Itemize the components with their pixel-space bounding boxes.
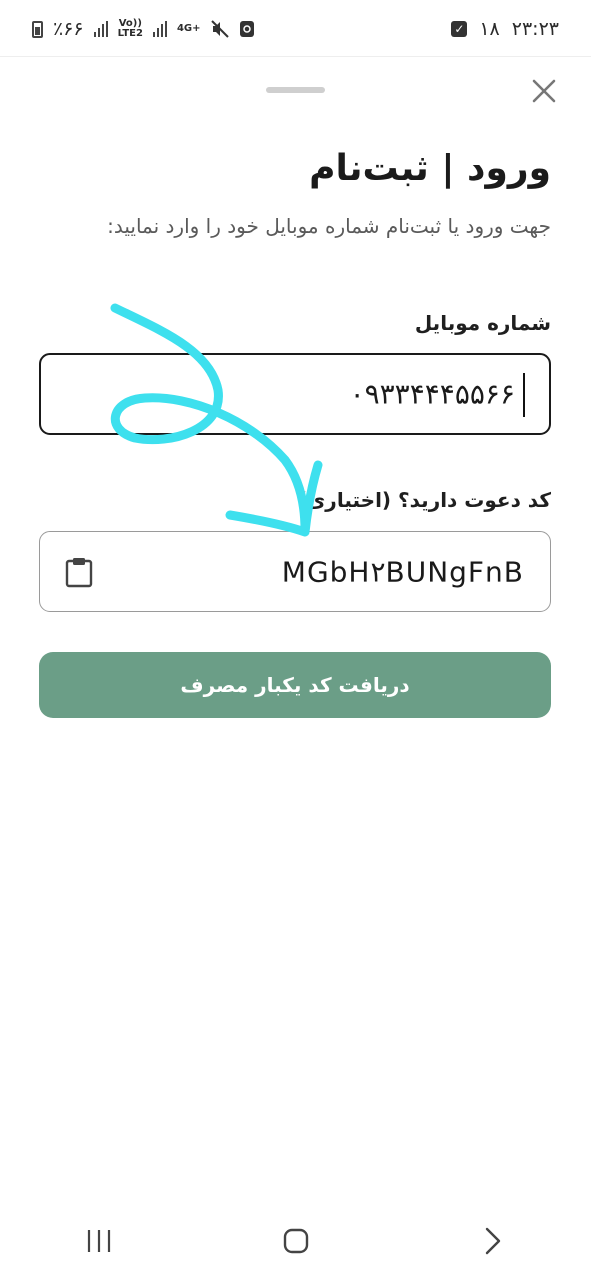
- back-button[interactable]: [463, 1216, 523, 1266]
- status-bar: ٪۶۶ Vo)) LTE2 4G+ ✓ ۱۸ ۲۳:۲۳: [0, 0, 591, 58]
- status-time: ۲۳:۲۳: [511, 18, 559, 40]
- recent-apps-button[interactable]: [69, 1216, 129, 1266]
- clipboard-icon[interactable]: [64, 556, 94, 588]
- close-icon: [532, 79, 556, 103]
- status-right: ✓ ۱۸ ۲۳:۲۳: [451, 18, 559, 40]
- invite-label: کد دعوت دارید؟ (اختیاری): [297, 488, 551, 512]
- invite-code-input[interactable]: MGbH۲BUNgFnB: [39, 531, 551, 612]
- status-left: ٪۶۶ Vo)) LTE2 4G+: [32, 18, 255, 40]
- app-screen: ٪۶۶ Vo)) LTE2 4G+ ✓ ۱۸ ۲۳:۲۳: [0, 0, 591, 1280]
- status-date: ۱۸: [479, 18, 500, 40]
- network-4g-label: 4G+: [176, 23, 201, 34]
- system-nav-bar: [0, 1202, 591, 1280]
- sync-icon: [239, 21, 254, 37]
- mobile-value: ۰۹۳۳۴۴۴۵۵۶۶: [349, 377, 515, 411]
- home-icon: [283, 1228, 308, 1254]
- drag-handle[interactable]: [266, 87, 325, 93]
- battery-icon: [32, 20, 43, 38]
- recent-apps-icon: [87, 1230, 110, 1252]
- text-caret: [523, 373, 525, 417]
- signal-icon-2: [152, 21, 167, 37]
- page-title: ورود | ثبت‌نام: [309, 148, 551, 189]
- volte-indicator: Vo)) LTE2: [118, 19, 143, 39]
- mute-icon: [210, 20, 229, 38]
- battery-percent: ٪۶۶: [53, 18, 84, 40]
- home-button[interactable]: [266, 1216, 326, 1266]
- page-subtitle: جهت ورود یا ثبت‌نام شماره موبایل خود را …: [107, 214, 551, 238]
- sheet-top-edge: [0, 56, 591, 57]
- lte-label: LTE2: [117, 28, 143, 39]
- mobile-label: شماره موبایل: [414, 311, 551, 335]
- back-icon: [485, 1227, 500, 1255]
- signal-icon: [93, 21, 108, 37]
- check-icon: ✓: [451, 21, 468, 37]
- mobile-input[interactable]: ۰۹۳۳۴۴۴۵۵۶۶: [39, 353, 551, 435]
- get-otp-button[interactable]: دریافت کد یکبار مصرف: [39, 652, 551, 718]
- invite-value: MGbH۲BUNgFnB: [281, 555, 524, 588]
- close-button[interactable]: [527, 74, 561, 108]
